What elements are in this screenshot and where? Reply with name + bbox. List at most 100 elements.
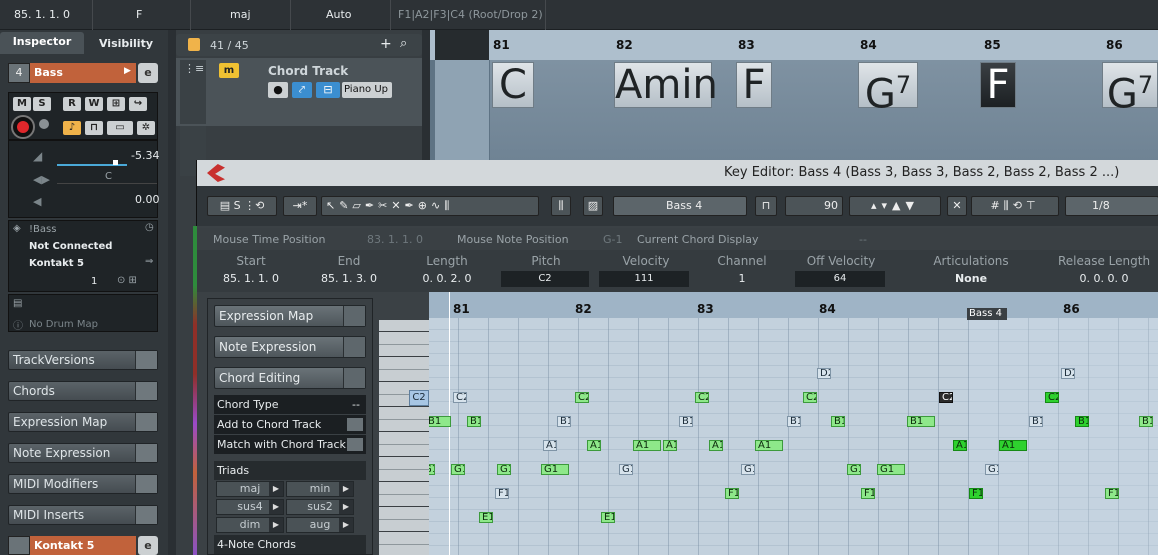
midi-note[interactable]: B1 bbox=[557, 416, 571, 427]
midi-note[interactable]: G1 bbox=[429, 464, 435, 475]
midi-note[interactable]: B1 bbox=[907, 416, 935, 427]
part-label[interactable]: Bass 4 bbox=[967, 308, 1007, 320]
snap-icon[interactable]: ⫼ bbox=[551, 196, 571, 216]
pitch-value[interactable]: C2 bbox=[501, 271, 589, 287]
midi-note[interactable]: B1 bbox=[429, 416, 451, 427]
mute-button[interactable]: M bbox=[13, 97, 31, 111]
search-icon[interactable]: ⌕ bbox=[400, 36, 407, 51]
output-routing[interactable]: Kontakt 5 bbox=[29, 258, 84, 269]
input-routing[interactable]: !Bass bbox=[29, 224, 56, 235]
section-chords[interactable]: Chords bbox=[8, 381, 158, 401]
delay-value[interactable]: 0.00 bbox=[135, 193, 160, 206]
midi-note[interactable]: G1 bbox=[541, 464, 569, 475]
length-value[interactable]: 0. 0. 2. 0 bbox=[407, 272, 487, 285]
midi-note[interactable]: G1 bbox=[451, 464, 465, 475]
record-enable-button[interactable] bbox=[11, 115, 35, 139]
track-name[interactable]: Bass bbox=[30, 63, 136, 83]
chord-root[interactable]: F bbox=[136, 8, 142, 21]
chord-position[interactable]: 85. 1. 1. 0 bbox=[14, 8, 70, 21]
chord-mode-icon[interactable]: ✕ bbox=[947, 196, 967, 216]
midi-note[interactable]: E1 bbox=[479, 512, 493, 523]
match-chord-track-button[interactable]: Match with Chord Track bbox=[214, 435, 366, 454]
input-status[interactable]: Not Connected bbox=[29, 241, 112, 252]
chord-event[interactable]: G7 bbox=[1102, 62, 1158, 116]
midi-note[interactable]: F1 bbox=[1105, 488, 1119, 499]
midi-note[interactable]: A1 bbox=[999, 440, 1027, 451]
volume-value[interactable]: -5.34 bbox=[131, 149, 159, 162]
volume-handle[interactable] bbox=[113, 160, 118, 165]
expand-triangle-icon[interactable]: ▶ bbox=[124, 66, 131, 76]
channel-value[interactable]: 1 bbox=[697, 272, 787, 285]
routing-icon[interactable]: ↪ bbox=[129, 97, 147, 111]
midi-note-selected[interactable]: C2 bbox=[939, 392, 953, 403]
window-layout-buttons[interactable]: ▤ S ⋮⟲ bbox=[207, 196, 277, 216]
midi-note[interactable]: E1 bbox=[601, 512, 615, 523]
midi-note[interactable]: D2 bbox=[1061, 368, 1075, 379]
midi-note[interactable]: A1 bbox=[633, 440, 661, 451]
piano-keyboard[interactable] bbox=[379, 320, 429, 555]
midi-note[interactable]: F1 bbox=[969, 488, 983, 499]
midi-note[interactable]: C2 bbox=[1045, 392, 1059, 403]
pan-value[interactable]: C bbox=[105, 171, 112, 182]
mute-button[interactable]: m bbox=[219, 63, 239, 78]
section-note-expression[interactable]: Note Expression bbox=[8, 443, 158, 463]
midi-note[interactable]: B1 bbox=[1075, 416, 1089, 427]
triad-maj-button[interactable]: maj ▶ bbox=[216, 481, 284, 497]
chord-event[interactable]: G7 bbox=[858, 62, 918, 116]
section-chord-editing[interactable]: Chord Editing bbox=[214, 367, 366, 389]
editor-ruler[interactable] bbox=[429, 292, 1158, 318]
instrument-icon[interactable]: ⊙ ⊞ bbox=[117, 275, 137, 286]
section-note-expression[interactable]: Note Expression bbox=[214, 336, 366, 358]
section-expression-map[interactable]: Expression Map bbox=[8, 412, 158, 432]
freeze-icon[interactable]: ✲ bbox=[137, 121, 155, 135]
chord-event[interactable]: F bbox=[736, 62, 772, 108]
midi-note[interactable]: F1 bbox=[495, 488, 509, 499]
lock-icon[interactable]: ⊓ bbox=[85, 121, 103, 135]
tab-inspector[interactable]: Inspector bbox=[0, 32, 84, 54]
midi-note[interactable]: D2 bbox=[817, 368, 831, 379]
midi-note[interactable]: G1 bbox=[497, 464, 511, 475]
articulations-value[interactable]: None bbox=[917, 272, 1025, 285]
midi-note[interactable]: G1 bbox=[847, 464, 861, 475]
chord-type[interactable]: maj bbox=[230, 8, 251, 21]
triad-dim-button[interactable]: dim ▶ bbox=[216, 517, 284, 533]
read-automation-button[interactable]: R bbox=[63, 97, 81, 111]
section-midi-modifiers[interactable]: MIDI Modifiers bbox=[8, 474, 158, 494]
section-midi-inserts[interactable]: MIDI Inserts bbox=[8, 505, 158, 525]
midi-note[interactable]: B1 bbox=[787, 416, 801, 427]
triad-aug-button[interactable]: aug ▶ bbox=[286, 517, 354, 533]
add-track-icon[interactable]: + bbox=[380, 36, 392, 52]
midi-note[interactable]: A1 bbox=[709, 440, 723, 451]
end-value[interactable]: 85. 1. 3. 0 bbox=[309, 272, 389, 285]
autoscroll-icon[interactable]: ⇥* bbox=[283, 196, 317, 216]
edit-instrument-icon[interactable]: e bbox=[138, 63, 158, 83]
chord-track-name[interactable]: Chord Track bbox=[268, 64, 348, 78]
off-velocity-value[interactable]: 64 bbox=[795, 271, 885, 287]
tool-buttons[interactable]: ↖✎▱✒✂✕✒⊕∿⫼ bbox=[321, 196, 539, 216]
nudge-buttons[interactable]: ▴▾▲▼ bbox=[849, 196, 941, 216]
key-editor-titlebar[interactable]: Key Editor: Bass 4 (Bass 3, Bass 3, Bass… bbox=[197, 160, 1158, 186]
midi-note[interactable]: C2 bbox=[803, 392, 817, 403]
midi-channel[interactable]: 1 bbox=[91, 276, 97, 287]
midi-note[interactable]: F1 bbox=[725, 488, 739, 499]
midi-note[interactable]: C2 bbox=[575, 392, 589, 403]
chord-tension[interactable]: Auto bbox=[326, 8, 352, 21]
drum-map[interactable]: No Drum Map bbox=[29, 319, 98, 330]
section-expression-map[interactable]: Expression Map bbox=[214, 305, 366, 327]
midi-note[interactable]: B1 bbox=[467, 416, 481, 427]
midi-note[interactable]: C2 bbox=[695, 392, 709, 403]
midi-note[interactable]: B1 bbox=[679, 416, 693, 427]
midi-note[interactable]: A1 bbox=[755, 440, 783, 451]
chord-event-selected[interactable]: F bbox=[980, 62, 1016, 108]
triad-min-button[interactable]: min ▶ bbox=[286, 481, 354, 497]
chord-event[interactable]: Amin bbox=[614, 62, 718, 108]
solo-button[interactable]: S bbox=[33, 97, 51, 111]
follow-chord-icon[interactable]: ⤤ bbox=[292, 82, 312, 98]
monitor-icon[interactable] bbox=[39, 119, 49, 129]
voicing-selector[interactable]: Piano Up bbox=[342, 82, 392, 98]
track-settings-icon[interactable]: ⋮≡ bbox=[184, 62, 204, 75]
chord-event[interactable]: C bbox=[492, 62, 534, 108]
note-display[interactable]: Bass 4 81 82 83 84 86 D2 D2 C2 C2 C2 C2 … bbox=[429, 292, 1158, 555]
colors-icon[interactable]: ▨ bbox=[583, 196, 603, 216]
edit-channel-icon[interactable]: ⊞ bbox=[107, 97, 125, 111]
